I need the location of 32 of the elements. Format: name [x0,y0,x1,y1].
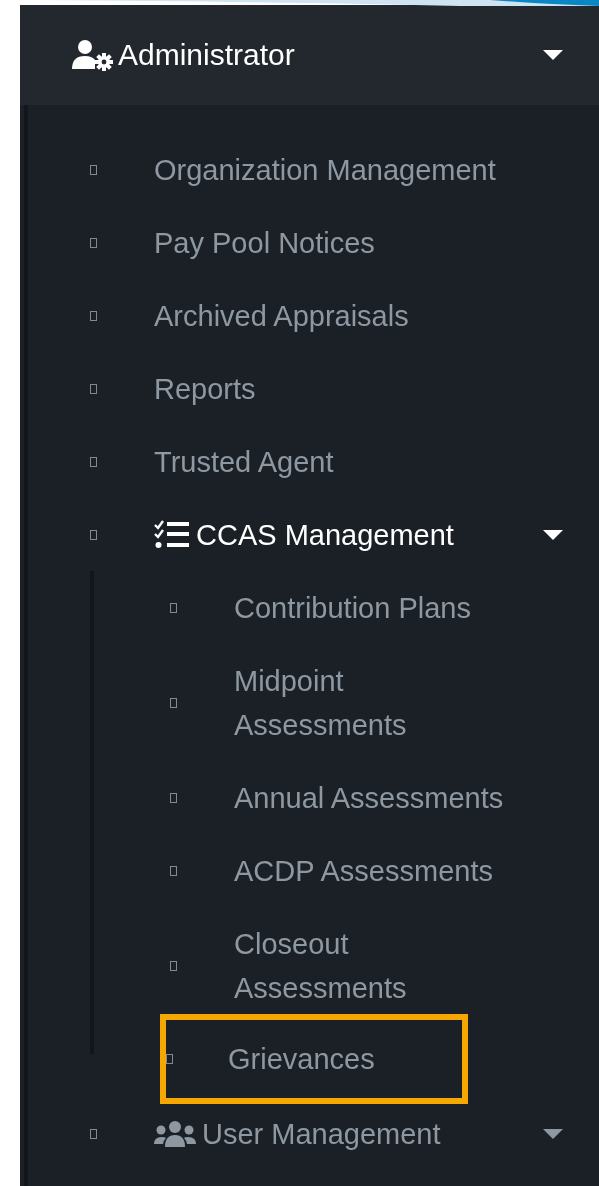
bullet-icon [90,456,97,467]
bullet-icon [90,164,97,175]
bullet-icon [170,602,177,613]
menu-link[interactable]: Midpoint Assessments [234,658,514,747]
bullet-icon [90,529,97,540]
menu-link[interactable]: Archived Appraisals [154,293,409,338]
caret-icon[interactable] [543,1128,563,1139]
checklist-icon [154,519,190,550]
users-icon [154,1119,196,1148]
menu-link[interactable]: User Management [154,1111,441,1156]
bullet-icon [170,865,177,876]
menu-link[interactable]: Organization Management [154,147,496,192]
bullet-icon [170,792,177,803]
menu-link[interactable]: Closeout Assessments [234,921,514,1010]
bullet-icon [170,960,177,971]
bullet-icon [90,237,97,248]
menu-link[interactable]: Contribution Plans [234,585,471,630]
menu-link[interactable]: Annual Assessments [234,775,504,820]
menu-header[interactable]: Administrator [20,5,599,105]
bullet-icon [90,310,97,321]
menu-link[interactable]: CCAS Management [154,512,454,557]
menu-link[interactable]: Pay Pool Notices [154,220,375,265]
bullet-icon [166,1054,173,1064]
menu-link[interactable]: Grievances [228,1037,375,1081]
bullet-icon [170,697,177,708]
bullet-icon [90,1128,97,1139]
user-gear-icon [70,39,114,71]
menu-link[interactable]: Trusted Agent [154,439,334,484]
menu-link[interactable]: Reports [154,366,256,411]
menu-link[interactable]: ACDP Assessments [234,848,493,893]
menu-title: Administrator [118,38,295,72]
bullet-icon [90,383,97,394]
